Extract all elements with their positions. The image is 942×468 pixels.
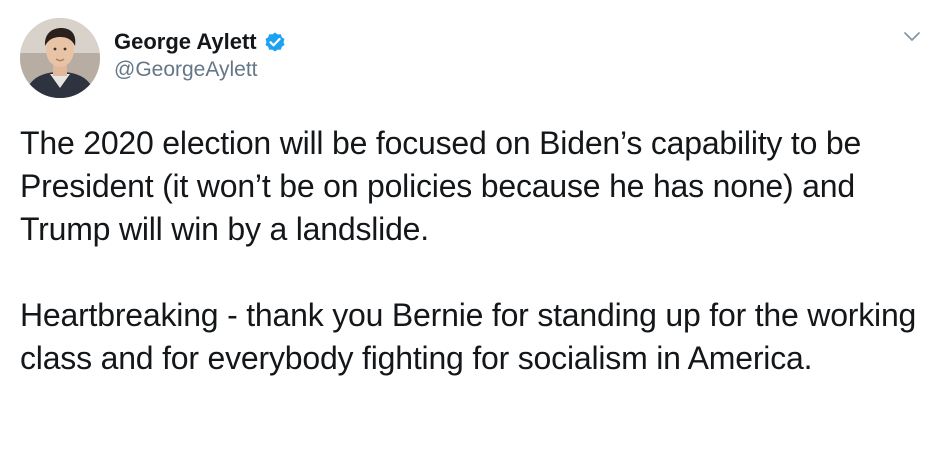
tweet-paragraph: The 2020 election will be focused on Bid… xyxy=(20,125,862,247)
profile-photo-icon xyxy=(20,18,100,98)
tweet-paragraph: Heartbreaking - thank you Bernie for sta… xyxy=(20,297,917,376)
author-names: George Aylett @GeorgeAylett xyxy=(114,28,287,84)
author-handle[interactable]: @GeorgeAylett xyxy=(114,56,287,84)
verified-badge-icon xyxy=(263,30,287,54)
tweet-text: The 2020 election will be focused on Bid… xyxy=(20,122,926,380)
tweet-header: George Aylett @GeorgeAylett xyxy=(20,16,287,100)
name-row: George Aylett xyxy=(114,28,287,56)
chevron-down-icon[interactable] xyxy=(900,24,924,48)
avatar[interactable] xyxy=(20,18,100,98)
author-display-name[interactable]: George Aylett xyxy=(114,28,257,56)
tweet-card: George Aylett @GeorgeAylett The 2020 ele… xyxy=(0,0,942,468)
